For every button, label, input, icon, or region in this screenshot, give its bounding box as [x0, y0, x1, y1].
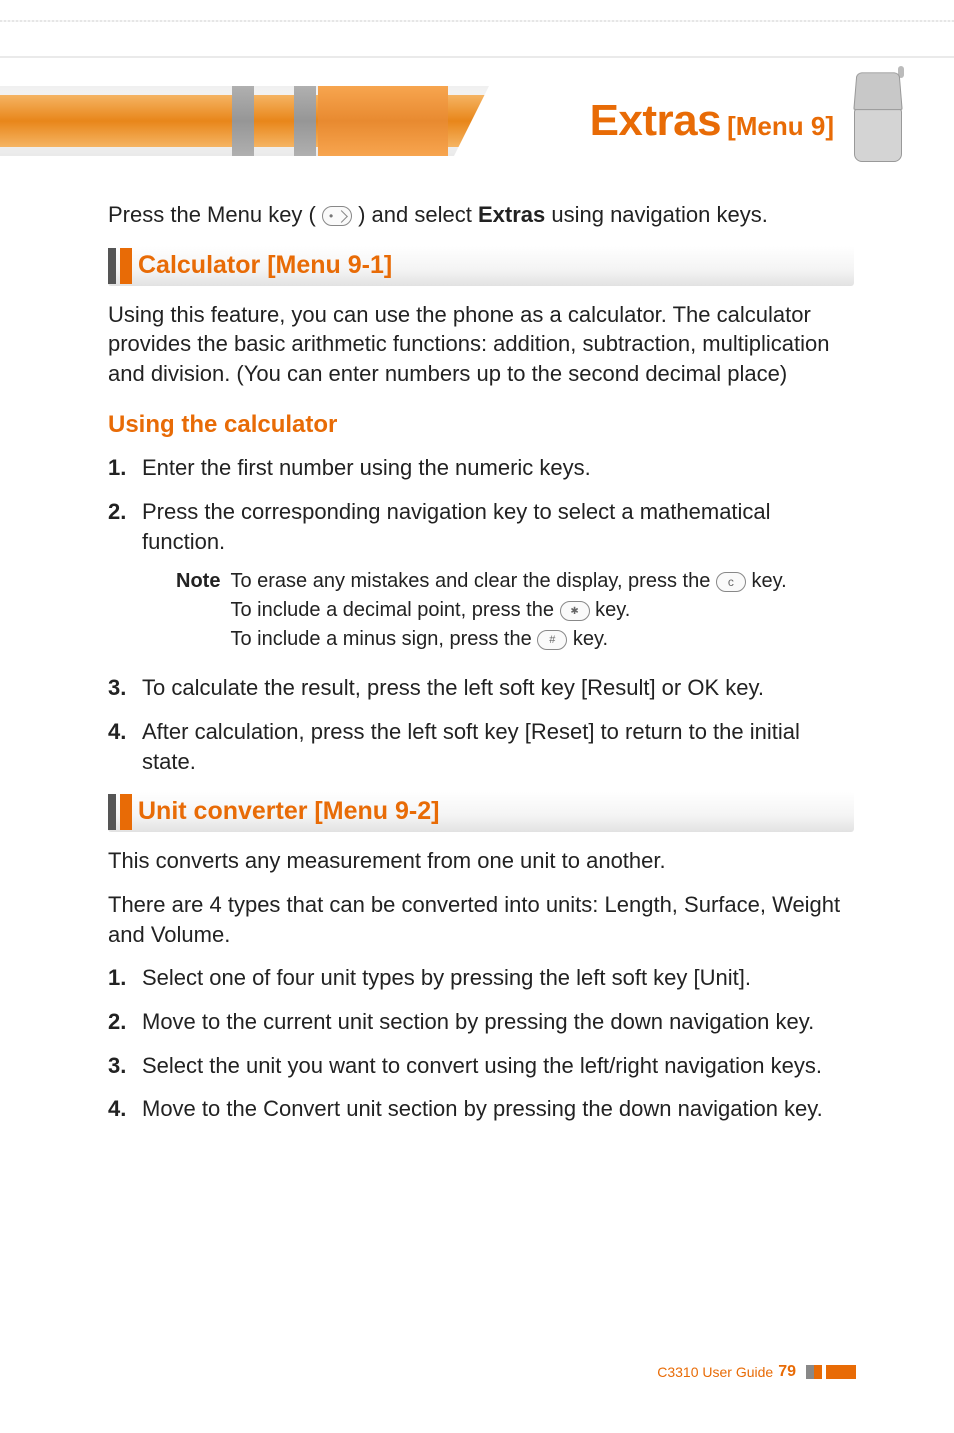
- list-item: Press the corresponding navigation key t…: [108, 497, 854, 655]
- list-item: Select the unit you want to convert usin…: [108, 1051, 854, 1081]
- decorative-bar: [108, 248, 116, 284]
- section-body: This converts any measurement from one u…: [108, 846, 854, 876]
- text: Press the Menu key (: [108, 202, 322, 227]
- menu-key-icon: [322, 206, 352, 226]
- step-text: Move to the current unit section by pres…: [142, 1009, 814, 1034]
- page-subtitle: [Menu 9]: [727, 111, 834, 142]
- c-key-icon: [716, 572, 746, 592]
- steps-list: Enter the first number using the numeric…: [108, 453, 854, 776]
- list-item: To calculate the result, press the left …: [108, 673, 854, 703]
- step-text: Press the corresponding navigation key t…: [142, 499, 771, 554]
- section-heading-label: Unit converter [Menu 9-2]: [138, 795, 439, 829]
- page-header: Extras [Menu 9]: [0, 0, 954, 160]
- section-body: Using this feature, you can use the phon…: [108, 300, 854, 389]
- decorative-block: [232, 86, 254, 156]
- step-text: After calculation, press the left soft k…: [142, 719, 800, 774]
- list-item: After calculation, press the left soft k…: [108, 717, 854, 776]
- list-item: Select one of four unit types by pressin…: [108, 963, 854, 993]
- text: using navigation keys.: [551, 202, 767, 227]
- text: ) and select: [358, 202, 478, 227]
- step-text: Move to the Convert unit section by pres…: [142, 1096, 823, 1121]
- phone-icon: [848, 70, 908, 170]
- page-number: 79: [778, 1363, 796, 1381]
- page-title-wrap: Extras [Menu 9]: [450, 86, 834, 156]
- section-body: There are 4 types that can be converted …: [108, 890, 854, 949]
- note-body: To erase any mistakes and clear the disp…: [230, 568, 786, 655]
- footer-guide-label: C3310 User Guide: [657, 1364, 773, 1380]
- list-item: Enter the first number using the numeric…: [108, 453, 854, 483]
- step-text: Select one of four unit types by pressin…: [142, 965, 751, 990]
- decorative-stripe: [0, 20, 954, 22]
- content-area: Press the Menu key ( ) and select Extras…: [108, 200, 854, 1138]
- decorative-bar: [120, 248, 132, 284]
- step-text: Enter the first number using the numeric…: [142, 455, 591, 480]
- list-item: Move to the current unit section by pres…: [108, 1007, 854, 1037]
- decorative-mark: [826, 1365, 856, 1379]
- step-text: To calculate the result, press the left …: [142, 675, 764, 700]
- list-item: Move to the Convert unit section by pres…: [108, 1094, 854, 1124]
- text: key.: [751, 570, 786, 592]
- decorative-block: [318, 86, 448, 156]
- note-box: Note To erase any mistakes and clear the…: [176, 568, 854, 655]
- decorative-stripe: [0, 56, 954, 58]
- page-title: Extras: [590, 96, 722, 146]
- page-footer: C3310 User Guide 79: [108, 1363, 856, 1381]
- steps-list: Select one of four unit types by pressin…: [108, 963, 854, 1124]
- section-heading-label: Calculator [Menu 9-1]: [138, 249, 392, 283]
- section-heading-calculator: Calculator [Menu 9-1]: [108, 246, 854, 286]
- step-text: Select the unit you want to convert usin…: [142, 1053, 822, 1078]
- note-label: Note: [176, 568, 220, 655]
- decorative-mark: [814, 1365, 822, 1379]
- page: Extras [Menu 9] Press the Menu key ( ) a…: [0, 0, 954, 1433]
- decorative-bar: [120, 794, 132, 830]
- decorative-block: [294, 86, 316, 156]
- decorative-mark: [806, 1365, 814, 1379]
- hash-key-icon: [537, 630, 567, 650]
- text-strong: Extras: [478, 202, 545, 227]
- text: To include a minus sign, press the: [230, 628, 537, 650]
- intro-paragraph: Press the Menu key ( ) and select Extras…: [108, 200, 854, 230]
- sub-heading: Using the calculator: [108, 409, 854, 441]
- decorative-bar: [108, 794, 116, 830]
- text: To include a decimal point, press the: [230, 599, 559, 621]
- text: key.: [595, 599, 630, 621]
- text: key.: [573, 628, 608, 650]
- star-key-icon: [560, 601, 590, 621]
- text: To erase any mistakes and clear the disp…: [230, 570, 715, 592]
- section-heading-unit-converter: Unit converter [Menu 9-2]: [108, 792, 854, 832]
